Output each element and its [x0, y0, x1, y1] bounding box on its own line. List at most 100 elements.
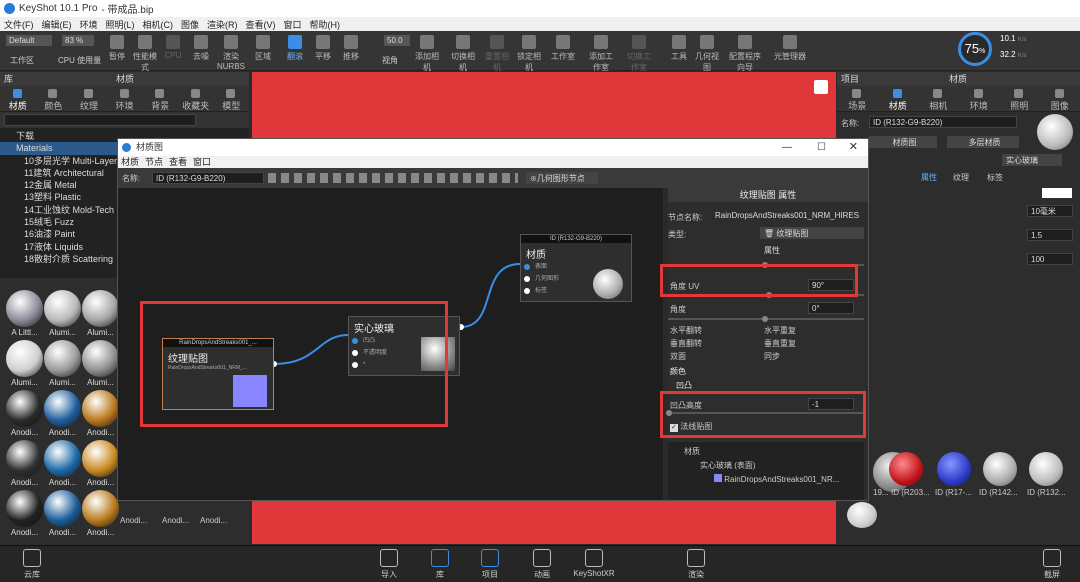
material-thumbnail[interactable] [44, 390, 81, 427]
render-nurbs-button[interactable]: 渲染NURBS [216, 33, 246, 71]
tab-properties[interactable]: 属性 [764, 245, 780, 256]
scene-material-thumb[interactable] [983, 452, 1017, 486]
region-button[interactable]: 区域 [248, 33, 278, 62]
node-graph-canvas[interactable]: RainDropsAndStreaks001_... 纹理贴图 RainDrop… [118, 188, 663, 500]
pause-button[interactable]: 暂停 [102, 33, 132, 62]
roughness-input[interactable]: 100 [1027, 253, 1073, 265]
keyshotxr-button[interactable]: KeyShotXR [570, 549, 618, 578]
type-dropdown[interactable]: 🗑 纹理贴图 [760, 227, 864, 239]
material-thumbnail[interactable] [44, 340, 81, 377]
geometry-view-button[interactable]: 几何视图 [692, 33, 722, 73]
subtab-labels[interactable]: 标签 [987, 172, 1003, 183]
render-button[interactable]: 渲染 [676, 549, 716, 580]
tab-environment[interactable]: 环境 [959, 86, 1000, 111]
node-name-field[interactable]: RainDropsAndStreaks001_NRM_HIRES [712, 210, 864, 222]
geometry-node-button[interactable]: ⊕几何图形节点 [526, 172, 598, 184]
menu-edit[interactable]: 编辑(E) [38, 18, 76, 31]
light-manager-button[interactable]: 光管理器 [770, 33, 810, 62]
tools-button[interactable]: 工具 [664, 33, 694, 62]
flip-horizontal-toggle[interactable]: 水平翻转 [670, 325, 702, 336]
menu-view[interactable]: 查看 [166, 156, 190, 168]
tab-scene[interactable]: 场景 [837, 86, 878, 111]
repeat-vertical-toggle[interactable]: 垂直重复 [764, 338, 796, 349]
color-section-header[interactable]: 颜色 [670, 366, 686, 377]
scene-material-thumb[interactable] [889, 452, 923, 486]
add-camera-button[interactable]: 添加相机 [412, 33, 442, 73]
material-thumbnail[interactable] [6, 440, 43, 477]
material-thumbnail[interactable] [44, 490, 81, 527]
tree-node-texture[interactable]: RainDropsAndStreaks001_NR... [714, 474, 839, 484]
tab-textures[interactable]: 纹理 [71, 86, 107, 111]
tree-node-glass[interactable]: 实心玻璃 (表面) [700, 460, 756, 471]
tab-backplates[interactable]: 背景 [142, 86, 178, 111]
menu-help[interactable]: 帮助(H) [306, 18, 345, 31]
graph-name-input[interactable]: ID (R132-G9-B220) [152, 172, 264, 184]
material-thumbnail[interactable] [6, 290, 43, 327]
switch-camera-button[interactable]: 切换相机 [448, 33, 478, 73]
multi-layer-button[interactable]: 多层材质 [947, 136, 1019, 148]
scene-material-thumb[interactable] [847, 502, 877, 528]
cpu-usage-dropdown[interactable]: 83 % [62, 35, 94, 46]
material-thumbnail[interactable] [6, 390, 43, 427]
material-thumbnail[interactable] [6, 340, 43, 377]
tab-models[interactable]: 模型 [213, 86, 249, 111]
pan-button[interactable]: 平移 [308, 33, 338, 62]
studio-button[interactable]: 工作室 [548, 33, 578, 62]
material-name-input[interactable]: ID (R132-G9-B220) [869, 116, 1017, 128]
reset-camera-button[interactable]: 重置相机 [482, 33, 512, 73]
menu-view[interactable]: 查看(V) [242, 18, 280, 31]
library-search-input[interactable] [4, 114, 196, 126]
configurator-wizard-button[interactable]: 配置程序向导 [726, 33, 764, 73]
menu-image[interactable]: 图像 [177, 18, 203, 31]
tab-material[interactable]: 材质 [878, 86, 919, 111]
material-type-dropdown[interactable]: 实心玻璃 [1002, 154, 1062, 166]
material-graph-button[interactable]: 材质图 [869, 136, 937, 148]
material-output-node[interactable]: ID (R132-G9-B220) 材质 表面 几何图形 标签 [520, 234, 632, 302]
material-thumbnail[interactable] [44, 290, 81, 327]
menu-window[interactable]: 窗口 [190, 156, 214, 168]
viewport-overlay-icon[interactable] [814, 80, 828, 94]
minimize-icon[interactable]: — [782, 139, 792, 156]
fov-input[interactable]: 50.0 [384, 35, 410, 46]
add-studio-button[interactable]: 添加工作室 [586, 33, 616, 73]
sync-toggle[interactable]: 同步 [764, 351, 780, 362]
material-thumbnail[interactable] [82, 390, 119, 427]
tumble-button[interactable]: 翻滚 [280, 33, 310, 62]
angle-input[interactable]: 0° [808, 302, 854, 314]
close-icon[interactable]: ✕ [849, 139, 858, 156]
scene-material-thumb[interactable] [1029, 452, 1063, 486]
flip-vertical-toggle[interactable]: 垂直翻转 [670, 338, 702, 349]
material-thumbnail[interactable] [82, 340, 119, 377]
tab-lighting[interactable]: 照明 [999, 86, 1040, 111]
repeat-horizontal-toggle[interactable]: 水平重复 [764, 325, 796, 336]
tab-camera[interactable]: 相机 [918, 86, 959, 111]
material-thumbnail[interactable] [82, 440, 119, 477]
material-thumbnail[interactable] [6, 490, 43, 527]
menu-environment[interactable]: 环境 [76, 18, 102, 31]
refraction-index-input[interactable]: 1.5 [1027, 229, 1073, 241]
switch-studio-button[interactable]: 切换工作室 [624, 33, 654, 73]
cpu-button[interactable]: CPU [158, 33, 188, 60]
subtab-properties[interactable]: 属性 [921, 172, 937, 183]
bump-section-header[interactable]: 凹凸 [676, 380, 692, 391]
menu-window[interactable]: 窗口 [280, 18, 306, 31]
menu-render[interactable]: 渲染(R) [203, 18, 242, 31]
menu-node[interactable]: 节点 [142, 156, 166, 168]
import-button[interactable]: 导入 [369, 549, 409, 580]
material-thumbnail[interactable] [82, 290, 119, 327]
dolly-button[interactable]: 推移 [336, 33, 366, 62]
animation-button[interactable]: 动画 [522, 549, 562, 580]
lock-camera-button[interactable]: 锁定相机 [514, 33, 544, 73]
tab-materials[interactable]: 材质 [0, 86, 36, 111]
color-swatch[interactable] [1042, 188, 1072, 198]
tree-node-material[interactable]: 材质 [684, 446, 700, 457]
maximize-icon[interactable]: ☐ [817, 139, 826, 156]
transmission-depth-input[interactable]: 10毫米 [1027, 205, 1073, 217]
menu-material[interactable]: 材质 [118, 156, 142, 168]
scene-material-thumb[interactable] [937, 452, 971, 486]
angle-slider[interactable] [668, 316, 864, 322]
performance-mode-button[interactable]: 性能模式 [130, 33, 160, 73]
library-button[interactable]: 库 [420, 549, 460, 580]
material-thumbnail[interactable] [82, 490, 119, 527]
tab-image[interactable]: 图像 [1040, 86, 1080, 111]
